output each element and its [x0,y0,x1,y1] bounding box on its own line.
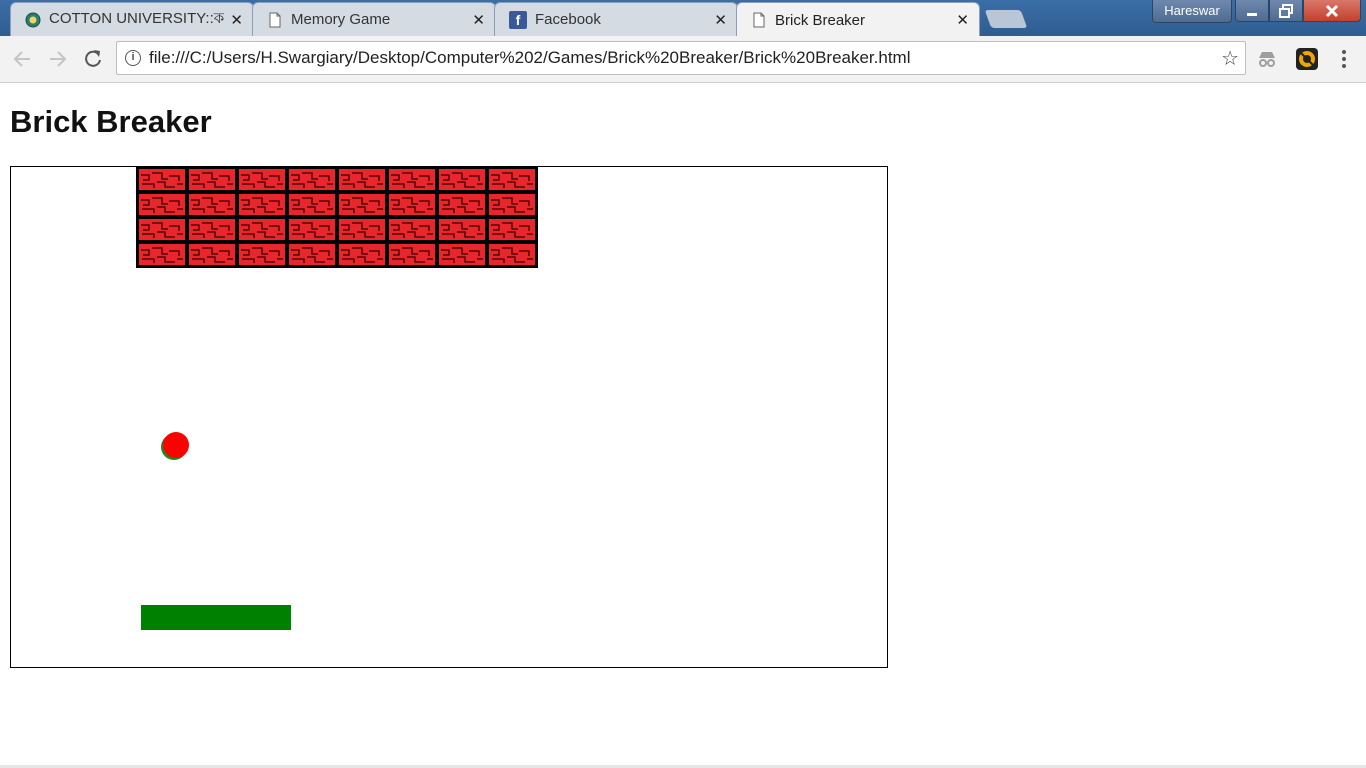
brick [337,217,387,242]
tab-label: Memory Game [291,11,391,28]
brick [387,192,437,217]
close-window-button[interactable] [1303,0,1361,22]
profile-button[interactable]: Hareswar [1152,0,1232,23]
brick [187,217,237,242]
brick [287,192,337,217]
brick [487,192,537,217]
brick [237,242,287,267]
url-text[interactable]: file:///C:/Users/H.Swargiary/Desktop/Com… [149,48,1221,68]
tab-close-icon[interactable]: ✕ [956,11,969,29]
tab-cotton-university[interactable]: COTTON UNIVERSITY::কট ✕ [10,2,254,36]
reload-icon [85,50,101,67]
reload-button[interactable] [80,46,106,72]
tab-label: COTTON UNIVERSITY::কট [49,10,225,27]
brick [487,217,537,242]
brick [187,167,237,192]
browser-toolbar: i file:///C:/Users/H.Swargiary/Desktop/C… [0,36,1366,83]
brick [337,242,387,267]
restore-icon [1279,4,1293,18]
brick [287,242,337,267]
brick [137,217,187,242]
brick [187,242,237,267]
brick [137,167,187,192]
minimize-icon [1247,13,1257,16]
incognito-extension-icon[interactable] [1256,48,1278,70]
kebab-menu-icon [1342,50,1346,68]
university-seal-icon [25,12,41,28]
tab-label: Brick Breaker [775,11,866,29]
ball-body [163,432,189,458]
brick [387,167,437,192]
brick [137,192,187,217]
back-arrow-icon [13,51,30,67]
info-icon[interactable]: i [125,50,141,66]
address-bar[interactable]: i file:///C:/Users/H.Swargiary/Desktop/C… [116,41,1246,75]
tab-close-icon[interactable]: ✕ [230,11,243,29]
tab-close-icon[interactable]: ✕ [714,11,727,29]
browser-title-bar: COTTON UNIVERSITY::কট ✕ Memory Game ✕ f … [0,0,1366,37]
brick [287,217,337,242]
brick [387,242,437,267]
brick [137,242,187,267]
brick [437,192,487,217]
brick [437,217,487,242]
page-title: Brick Breaker [10,104,212,139]
brick [237,167,287,192]
new-tab-button[interactable] [984,10,1028,28]
minimize-window-button[interactable] [1235,0,1269,22]
browser-menu-button[interactable] [1334,46,1354,72]
paddle[interactable] [141,605,291,630]
camera-lens-extension-icon[interactable] [1296,48,1318,70]
restore-window-button[interactable] [1269,0,1303,22]
document-icon [267,12,283,28]
forward-arrow-icon [50,51,67,67]
game-board [136,167,538,630]
forward-button[interactable] [45,46,71,72]
tab-facebook[interactable]: f Facebook ✕ [494,2,738,36]
close-icon [1325,4,1339,18]
brick [237,217,287,242]
brick [237,192,287,217]
brick [337,167,387,192]
brick [287,167,337,192]
bookmark-star-icon[interactable]: ☆ [1221,46,1239,71]
brick [337,192,387,217]
brick [487,242,537,267]
brick [487,167,537,192]
game-canvas[interactable] [10,166,888,668]
brick [387,217,437,242]
brick-wall [136,167,538,268]
tab-label: Facebook [535,11,601,28]
brick [187,192,237,217]
document-icon [751,12,767,28]
tab-brick-breaker[interactable]: Brick Breaker ✕ [736,2,980,37]
facebook-icon: f [509,10,527,29]
tab-close-icon[interactable]: ✕ [472,11,485,29]
brick [437,167,487,192]
ball [161,432,189,460]
back-button[interactable] [9,46,35,72]
brick [437,242,487,267]
tab-memory-game[interactable]: Memory Game ✕ [252,2,496,36]
